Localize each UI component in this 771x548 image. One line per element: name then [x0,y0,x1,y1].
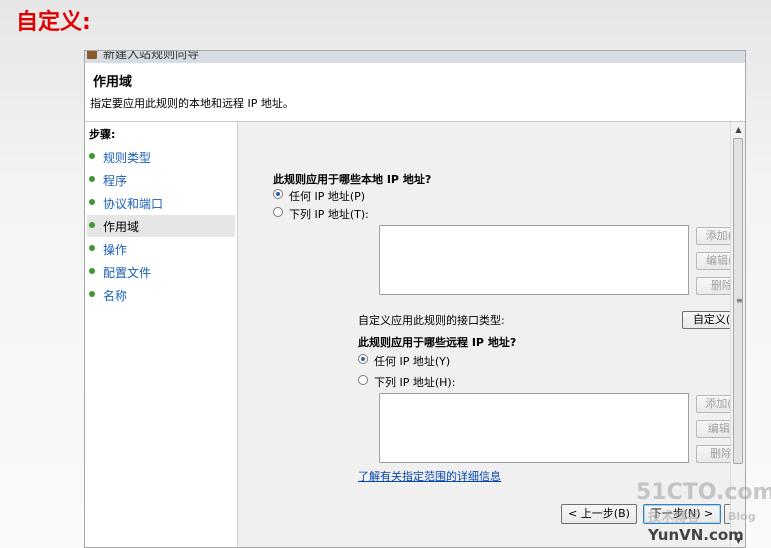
step-item-profile[interactable]: 配置文件 [87,261,235,283]
local-ip-list[interactable] [379,225,689,295]
step-item-scope[interactable]: 作用域 [87,215,235,237]
step-dot-icon [89,176,95,182]
back-button[interactable]: < 上一步(B) [561,504,637,524]
scroll-up-arrow-icon[interactable]: ▲ [731,123,745,137]
step-dot-icon [89,268,95,274]
steps-label: 步骤: [89,128,116,141]
radio-label: 下列 IP 地址(T): [289,208,369,221]
radio-unchecked-icon [273,207,283,217]
steps-panel: 步骤: 规则类型 程序 协议和端口 作用域 操作 配置文件 名称 [85,122,238,547]
step-dot-icon [89,291,95,297]
step-item-name[interactable]: 名称 [87,284,235,306]
step-dot-icon [89,199,95,205]
page-subtitle: 指定要应用此规则的本地和远程 IP 地址。 [90,97,294,110]
window-title: 新建入站规则向导 [103,51,200,61]
interface-type-label: 自定义应用此规则的接口类型: [358,314,505,327]
remote-ip-list[interactable] [379,393,689,463]
step-dot-icon [89,222,95,228]
remote-ip-question: 此规则应用于哪些远程 IP 地址? [358,336,517,349]
watermark-51cto: 51CTO.com [636,480,771,505]
radio-label: 下列 IP 地址(H): [374,376,456,389]
step-dot-icon [89,153,95,159]
step-label: 协议和端口 [103,197,164,211]
step-label: 作用域 [103,220,140,234]
radio-label: 任何 IP 地址(P) [289,190,366,203]
wizard-header: 作用域 指定要应用此规则的本地和远程 IP 地址。 [85,63,745,122]
step-item-program[interactable]: 程序 [87,169,235,191]
step-item-protocol-port[interactable]: 协议和端口 [87,192,235,214]
step-item-action[interactable]: 操作 [87,238,235,260]
radio-label: 任何 IP 地址(Y) [374,355,451,368]
step-label: 操作 [103,243,128,257]
local-ip-question: 此规则应用于哪些本地 IP 地址? [273,173,432,186]
page-title: 作用域 [93,75,133,90]
step-label: 规则类型 [103,151,152,165]
learn-more-link[interactable]: 了解有关指定范围的详细信息 [358,468,501,484]
radio-checked-icon [358,354,368,364]
step-label: 程序 [103,174,128,188]
slide-title: 自定义: [16,10,91,35]
watermark-blog: Blog [728,510,756,523]
firewall-app-icon [87,51,97,59]
step-dot-icon [89,245,95,251]
step-item-rule-type[interactable]: 规则类型 [87,146,235,168]
title-bar[interactable]: 新建入站规则向导 [85,51,745,63]
step-label: 配置文件 [103,266,152,280]
watermark-tech-blog: 技术博客 [648,510,701,525]
grip-icon: ≡ [736,296,743,305]
scrollbar-thumb[interactable]: ≡ [733,138,743,464]
wizard-window: 新建入站规则向导 作用域 指定要应用此规则的本地和远程 IP 地址。 步骤: 规… [84,50,746,548]
step-label: 名称 [103,289,128,303]
radio-unchecked-icon [358,375,368,385]
watermark-yunvn: YunVN.com [648,526,744,544]
radio-checked-icon [273,189,283,199]
